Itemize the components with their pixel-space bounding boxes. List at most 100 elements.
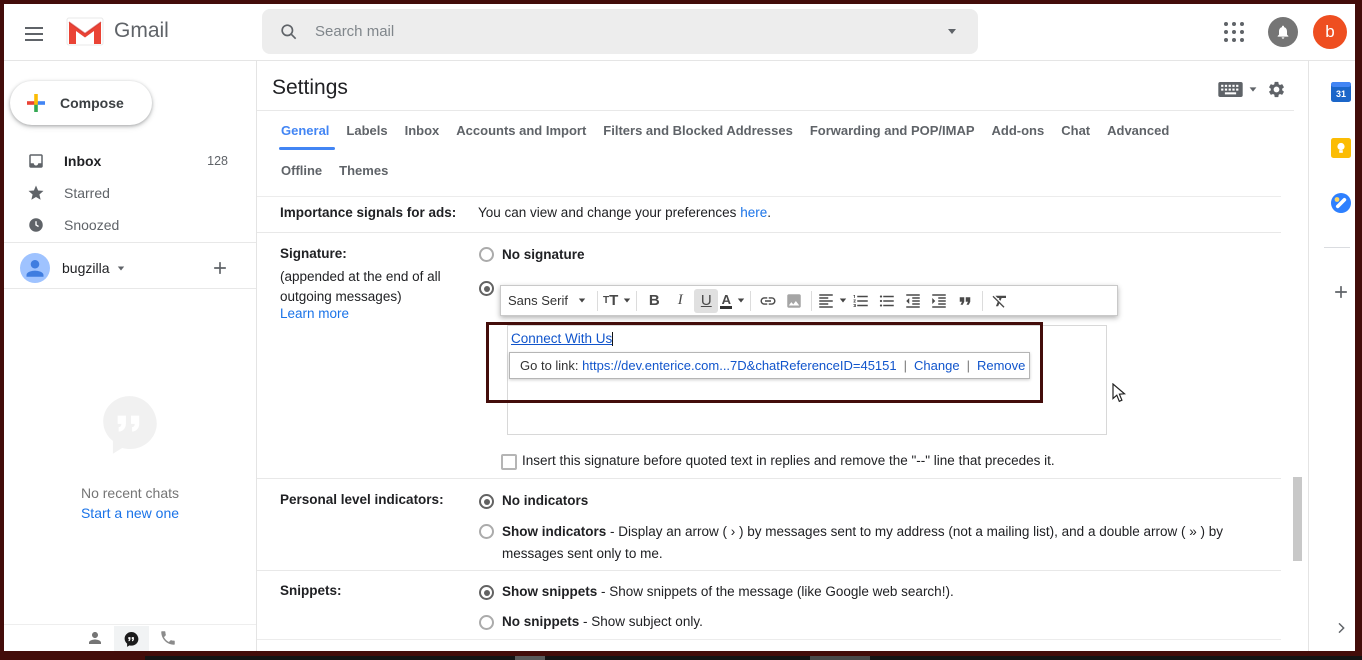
row-divider (257, 478, 1281, 479)
learn-more-label[interactable]: Learn more (280, 306, 349, 321)
bulleted-list-icon[interactable] (875, 289, 899, 313)
tooltip-change-link[interactable]: Change (914, 358, 960, 373)
no-snippets-label: No snippets - Show subject only. (502, 614, 703, 629)
signature-editor-box[interactable]: Connect With Us (507, 325, 1107, 435)
compose-plus-icon (24, 91, 48, 115)
compose-button[interactable]: Compose (10, 81, 152, 125)
signature-body-link[interactable]: Connect With Us (511, 331, 612, 346)
show-indicators-radio[interactable] (479, 524, 494, 539)
quote-icon[interactable] (953, 289, 977, 313)
sidebar-item-starred[interactable]: Starred (0, 177, 256, 209)
ads-text: You can view and change your preferences (478, 205, 740, 220)
no-signature-label: No signature (502, 247, 585, 262)
tasks-icon[interactable] (1331, 193, 1351, 213)
start-new-chat-label[interactable]: Start a new one (81, 505, 179, 521)
clock-icon (26, 216, 46, 234)
no-indicators-label: No indicators (502, 493, 588, 508)
start-new-chat-link[interactable]: Start a new one (0, 505, 260, 521)
show-snippets-text: - Show snippets of the message (like Goo… (597, 584, 953, 599)
tooltip-remove-link[interactable]: Remove (977, 358, 1025, 373)
mouse-cursor (1112, 383, 1126, 403)
hide-panel-chevron-icon[interactable] (1333, 620, 1349, 636)
font-family-dropdown[interactable]: Sans Serif (502, 289, 592, 313)
taskbar-item-edge (515, 656, 545, 660)
show-snippets-radio[interactable] (479, 585, 494, 600)
no-recent-chats-text: No recent chats (0, 485, 260, 501)
sidebar-item-snoozed[interactable]: Snoozed (0, 209, 256, 241)
no-indicators-radio[interactable] (479, 494, 494, 509)
no-signature-radio[interactable] (479, 247, 494, 262)
search-bar[interactable] (262, 9, 978, 54)
phone-icon[interactable] (159, 629, 177, 652)
search-input[interactable] (313, 22, 948, 41)
no-snippets-text: - Show subject only. (579, 614, 703, 629)
screenshot-border-left (0, 0, 4, 656)
tab-forwarding-and-pop-imap[interactable]: Forwarding and POP/IMAP (810, 123, 975, 138)
account-switcher-row[interactable]: bugzilla (0, 248, 256, 288)
italic-button[interactable]: I (668, 289, 692, 313)
hangouts-tab-icon[interactable] (114, 626, 149, 654)
settings-gear-icon[interactable] (1267, 80, 1286, 99)
apps-grid-icon[interactable] (1224, 22, 1244, 42)
add-account-icon[interactable] (210, 258, 230, 278)
tab-labels[interactable]: Labels (346, 123, 387, 138)
calendar-day-label: 31 (1336, 89, 1346, 99)
insert-link-icon[interactable] (756, 289, 780, 313)
tab-filters-and-blocked-addresses[interactable]: Filters and Blocked Addresses (603, 123, 793, 138)
align-button[interactable] (817, 289, 847, 313)
header-divider (4, 60, 1355, 61)
show-indicators-text: - Display an arrow ( › ) by messages sen… (502, 524, 1223, 561)
vertical-scrollbar-thumb[interactable] (1293, 477, 1302, 561)
remove-formatting-icon[interactable] (988, 289, 1012, 313)
font-family-caret-icon (579, 299, 585, 303)
sidebar-main-divider (256, 60, 257, 652)
get-addons-plus-icon[interactable] (1331, 282, 1351, 302)
bold-button[interactable]: B (642, 289, 666, 313)
calendar-icon[interactable]: 31 (1331, 82, 1351, 102)
sidebar-item-inbox[interactable]: Inbox 128 (0, 145, 256, 177)
show-snippets-bold: Show snippets (502, 584, 597, 599)
ads-here-link[interactable]: here (740, 205, 767, 220)
tab-accounts-and-import[interactable]: Accounts and Import (456, 123, 586, 138)
indent-more-icon[interactable] (927, 289, 951, 313)
signature-radio[interactable] (479, 281, 494, 296)
indent-less-icon[interactable] (901, 289, 925, 313)
screenshot-border-top (0, 0, 1362, 4)
active-tab-underline (279, 147, 335, 150)
insert-image-icon[interactable] (782, 289, 806, 313)
tooltip-url-link[interactable]: https://dev.enterice.com...7D&chatRefere… (582, 358, 896, 373)
hamburger-menu-icon[interactable] (25, 23, 43, 45)
numbered-list-icon[interactable] (849, 289, 873, 313)
keep-notes-icon[interactable] (1331, 138, 1351, 158)
tab-general[interactable]: General (281, 123, 329, 138)
settings-tabs-row1: General Labels Inbox Accounts and Import… (281, 123, 1186, 138)
no-snippets-radio[interactable] (479, 615, 494, 630)
tab-inbox[interactable]: Inbox (405, 123, 440, 138)
contacts-person-icon[interactable] (86, 629, 104, 652)
tab-add-ons[interactable]: Add-ons (992, 123, 1045, 138)
input-tools-keyboard-icon[interactable] (1218, 82, 1243, 97)
tab-offline[interactable]: Offline (281, 163, 322, 178)
avatar-letter: b (1325, 22, 1334, 42)
tab-themes[interactable]: Themes (339, 163, 388, 178)
align-caret-icon (840, 299, 846, 303)
font-family-value: Sans Serif (508, 293, 568, 308)
account-avatar[interactable]: b (1313, 15, 1347, 49)
text-cursor (612, 332, 613, 346)
search-icon[interactable] (279, 22, 299, 42)
font-size-button[interactable]: TT (603, 289, 631, 313)
underline-button[interactable]: U (694, 289, 718, 313)
notifications-bell-icon[interactable] (1268, 17, 1298, 47)
sidebar-footer-divider (4, 624, 256, 625)
account-avatar-icon (20, 253, 50, 283)
table-top-divider (257, 196, 1281, 197)
tab-advanced[interactable]: Advanced (1107, 123, 1169, 138)
tab-chat[interactable]: Chat (1061, 123, 1090, 138)
text-color-button[interactable]: A (720, 289, 745, 313)
search-options-caret-icon[interactable] (948, 29, 956, 34)
signature-learn-more-link[interactable]: Learn more (280, 306, 349, 321)
input-tools-caret-icon[interactable] (1250, 87, 1257, 91)
signature-checkbox-label: Insert this signature before quoted text… (522, 453, 1055, 468)
gmail-logo-icon[interactable] (66, 17, 104, 46)
signature-before-quoted-checkbox[interactable] (501, 454, 517, 470)
